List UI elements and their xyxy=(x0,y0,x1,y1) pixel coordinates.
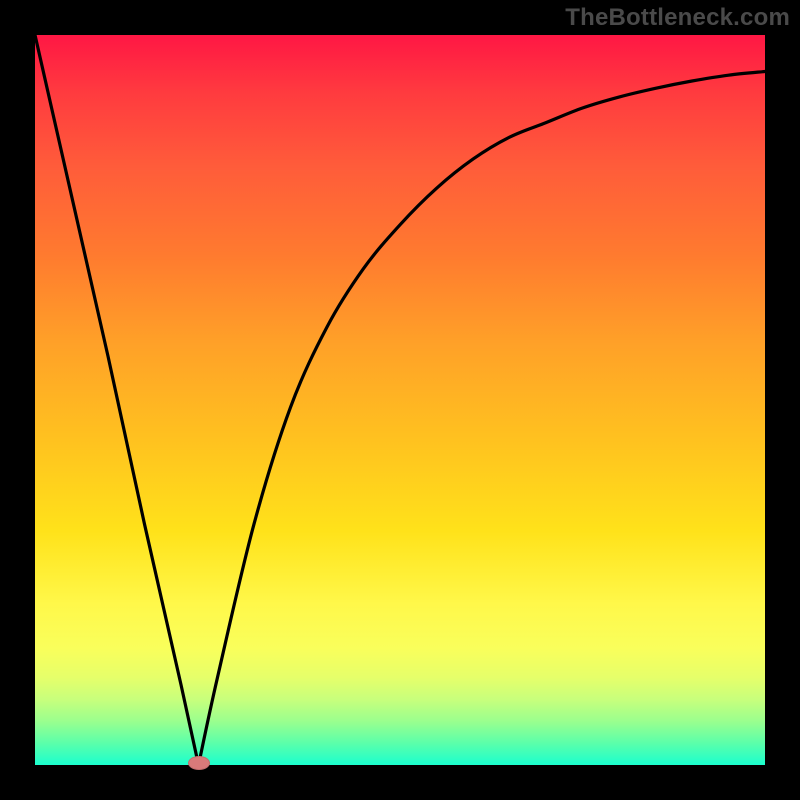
watermark-text: TheBottleneck.com xyxy=(565,4,790,32)
plot-gradient-area xyxy=(35,35,765,765)
chart-frame: TheBottleneck.com xyxy=(0,0,800,800)
bottleneck-curve xyxy=(35,35,765,765)
minimum-marker xyxy=(188,756,210,770)
